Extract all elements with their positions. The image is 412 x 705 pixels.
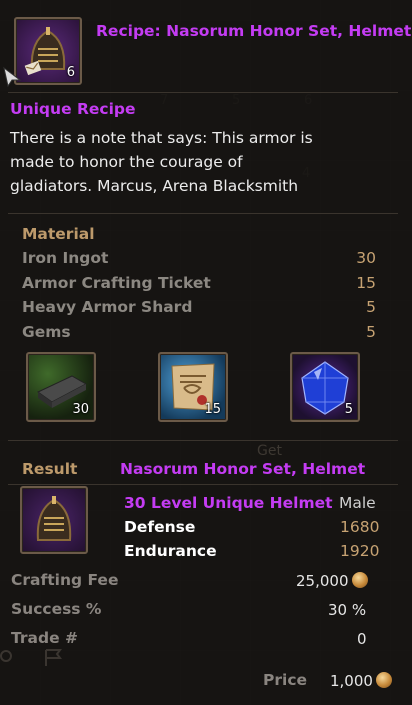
price: 1,000 — [330, 672, 392, 690]
material-slot-gem[interactable]: 5 — [290, 352, 360, 422]
success-value: 30 % — [328, 601, 367, 619]
material-heading: Material — [22, 225, 95, 243]
success-label: Success % — [11, 600, 102, 618]
material-value: 5 — [366, 323, 376, 341]
material-row: Iron Ingot 30 — [22, 249, 376, 271]
material-slot-iron-ingot[interactable]: 30 — [26, 352, 96, 422]
recipe-tooltip: 6 Recipe: Nasorum Honor Set, Helmet Uniq… — [0, 0, 412, 705]
crafting-fee: 25,000 — [296, 572, 368, 590]
trade-label: Trade # — [11, 629, 78, 647]
cursor-arrow-icon — [3, 66, 22, 88]
result-type: 30 Level Unique Helmet — [124, 494, 333, 512]
crafting-fee-label: Crafting Fee — [11, 571, 119, 589]
flag-icon — [0, 649, 62, 666]
material-row: Armor Crafting Ticket 15 — [22, 274, 376, 296]
material-name: Heavy Armor Shard — [22, 298, 193, 316]
result-gender: Male — [339, 494, 376, 512]
material-row: Heavy Armor Shard 5 — [22, 298, 376, 320]
material-value: 30 — [356, 249, 376, 267]
result-item-slot[interactable] — [20, 486, 88, 554]
material-slot-count: 15 — [204, 402, 221, 417]
recipe-description: There is a note that says: This armor is… — [10, 126, 313, 198]
crafting-fee-value: 25,000 — [296, 572, 349, 590]
trade-value: 0 — [357, 630, 367, 648]
recipe-icon-count: 6 — [66, 65, 75, 80]
stat-value: 1920 — [340, 542, 380, 560]
price-value: 1,000 — [330, 672, 373, 690]
recipe-title: Recipe: Nasorum Honor Set, Helmet — [96, 22, 412, 40]
result-label: Result — [22, 460, 78, 478]
material-name: Iron Ingot — [22, 249, 109, 267]
coin-icon — [375, 672, 392, 688]
price-label: Price — [263, 671, 308, 689]
description-line: made to honor the courage of — [10, 153, 243, 171]
recipe-icon-slot[interactable]: 6 — [14, 17, 82, 85]
material-slot-count: 5 — [344, 402, 353, 417]
stat-value: 1680 — [340, 518, 380, 536]
material-value: 15 — [356, 274, 376, 292]
material-slot-armor-ticket[interactable]: 15 — [158, 352, 228, 422]
coin-icon — [351, 572, 368, 588]
background-get-label: Get — [257, 443, 282, 459]
material-name: Gems — [22, 323, 71, 341]
material-name: Armor Crafting Ticket — [22, 274, 211, 292]
stat-name: Defense — [124, 518, 196, 536]
material-row: Gems 5 — [22, 323, 376, 345]
gladiator-helmet-icon — [36, 496, 72, 541]
result-name: Nasorum Honor Set, Helmet — [120, 460, 366, 478]
stat-name: Endurance — [124, 542, 217, 560]
description-line: gladiators. Marcus, Arena Blacksmith — [10, 177, 299, 195]
description-line: There is a note that says: This armor is — [10, 129, 313, 147]
material-value: 5 — [366, 298, 376, 316]
recipe-grade: Unique Recipe — [10, 100, 136, 118]
material-slot-count: 30 — [72, 402, 89, 417]
